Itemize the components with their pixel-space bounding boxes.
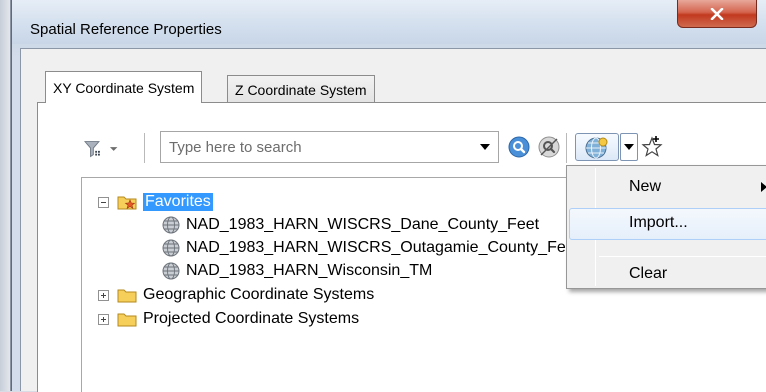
tree-node-favorite-item[interactable]: NAD_1983_HARN_WISCRS_Dane_County_Feet [162,214,539,236]
submenu-arrow-icon [761,182,766,192]
clear-search-button[interactable] [537,135,561,159]
chevron-down-icon [109,147,118,151]
spatial-reference-dialog: Spatial Reference Properties XY Coordina… [11,0,766,392]
globe-icon [162,262,180,280]
tab-z-coordinate-system[interactable]: Z Coordinate System [227,75,375,103]
globe-icon [162,216,180,234]
options-dropdown-toggle[interactable] [620,133,638,161]
tree-label-favorites: Favorites [143,193,213,211]
collapse-toggle[interactable] [98,196,109,208]
background-window-edge [0,0,11,391]
window-title: Spatial Reference Properties [30,21,222,38]
toolbar-separator [566,133,567,163]
folder-icon [117,289,137,303]
tree-node-projected[interactable]: Projected Coordinate Systems [98,308,359,330]
title-bar[interactable]: Spatial Reference Properties [12,0,766,44]
toolbar-separator [144,133,145,163]
tab-xy-coordinate-system[interactable]: XY Coordinate System [45,71,203,103]
tree-node-geographic[interactable]: Geographic Coordinate Systems [98,284,374,306]
menu-item-new[interactable]: New [569,172,766,204]
chevron-down-icon [624,144,634,150]
search-button[interactable] [507,135,531,159]
clear-search-icon [538,136,560,158]
globe-icon [162,239,180,257]
spatial-reference-options-button[interactable] [575,133,619,161]
tree-label: NAD_1983_HARN_WISCRS_Outagamie_County_Fe… [186,239,580,256]
menu-item-label: Import... [629,214,688,231]
folder-icon [117,313,137,327]
expand-toggle[interactable] [98,313,109,325]
expand-toggle[interactable] [98,289,109,301]
tree-node-favorite-item[interactable]: NAD_1983_HARN_WISCRS_Outagamie_County_Fe… [162,237,579,259]
close-icon [710,7,724,20]
menu-item-clear[interactable]: Clear [569,259,766,291]
menu-item-label: New [629,178,662,195]
tree-label: NAD_1983_HARN_WISCRS_Dane_County_Feet [186,216,540,233]
options-context-menu: New Import... Clear [566,165,766,289]
menu-separator [599,256,766,257]
chevron-down-icon[interactable] [480,144,490,150]
add-to-favorites-button[interactable] [640,135,664,159]
filter-button[interactable] [84,137,118,161]
search-input[interactable]: Type here to search [160,131,499,163]
tree-label-projected: Projected Coordinate Systems [143,310,360,327]
filter-icon [84,141,100,158]
add-favorite-star-icon [641,136,663,157]
menu-item-import[interactable]: Import... [569,208,766,240]
menu-item-label: Clear [629,265,668,282]
favorites-folder-icon [117,196,137,210]
search-placeholder: Type here to search [169,139,302,156]
tree-label-geographic: Geographic Coordinate Systems [143,286,375,303]
search-icon [508,136,530,158]
globe-icon [585,137,608,159]
close-button[interactable] [677,0,757,28]
tree-node-favorite-item[interactable]: NAD_1983_HARN_Wisconsin_TM [162,260,432,282]
tree-node-favorites[interactable]: Favorites [98,191,213,213]
tree-label: NAD_1983_HARN_Wisconsin_TM [186,262,433,279]
